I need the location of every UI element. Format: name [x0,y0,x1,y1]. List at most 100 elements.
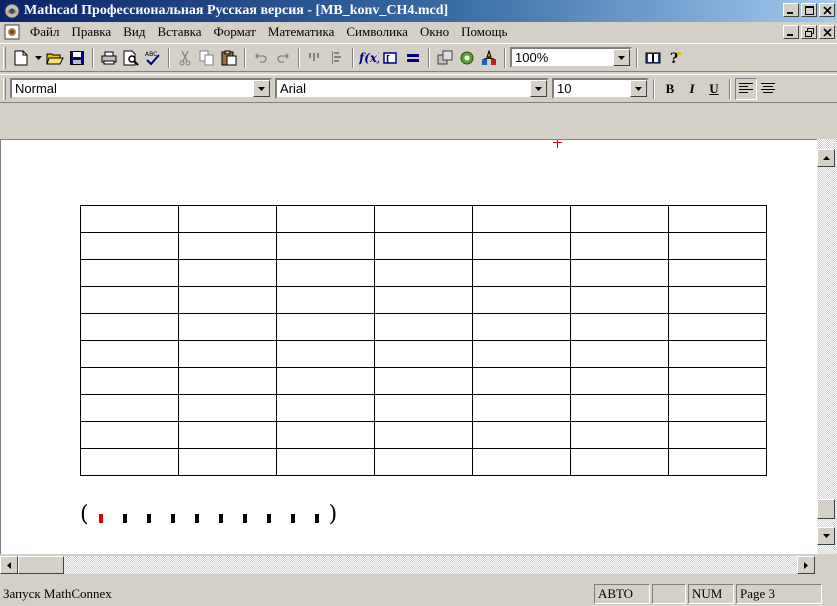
undo-button[interactable] [250,47,272,69]
doc-restore-button[interactable] [801,25,817,39]
table-cell[interactable] [472,394,571,422]
table-cell[interactable] [668,232,767,260]
table-cell[interactable] [374,232,473,260]
table-cell[interactable] [570,340,669,368]
cut-button[interactable] [174,47,196,69]
matrix-table[interactable] [80,205,767,476]
table-cell[interactable] [178,340,277,368]
vector-placeholder[interactable] [314,514,319,523]
table-cell[interactable] [472,448,571,476]
paste-button[interactable] [218,47,240,69]
hscroll-thumb[interactable] [18,556,64,574]
table-cell[interactable] [276,259,375,287]
font-size-dropdown-button[interactable] [630,80,647,97]
table-cell[interactable] [276,205,375,233]
table-cell[interactable] [178,448,277,476]
menu-format[interactable]: Формат [208,24,262,40]
resource-book-button[interactable] [642,47,664,69]
vector-placeholder[interactable] [170,514,175,523]
table-cell[interactable] [472,367,571,395]
maximize-button[interactable] [801,3,817,17]
vector-placeholder[interactable] [146,514,151,523]
menu-insert[interactable]: Вставка [151,24,207,40]
table-cell[interactable] [570,232,669,260]
mathcad-app-icon[interactable] [4,3,20,19]
save-button[interactable] [66,47,88,69]
table-cell[interactable] [374,421,473,449]
align-center-button[interactable] [757,78,779,100]
table-cell[interactable] [570,259,669,287]
document-icon[interactable] [4,24,20,40]
print-button[interactable] [98,47,120,69]
table-cell[interactable] [178,394,277,422]
table-cell[interactable] [570,421,669,449]
table-cell[interactable] [80,394,179,422]
vertical-scrollbar[interactable] [817,139,837,554]
minimize-button[interactable] [783,3,799,17]
new-button[interactable] [10,47,32,69]
table-cell[interactable] [276,448,375,476]
table-cell[interactable] [276,286,375,314]
vector-placeholder[interactable] [194,514,199,523]
align-down-button[interactable] [326,47,348,69]
table-cell[interactable] [472,313,571,341]
vector-placeholder[interactable] [122,514,127,523]
table-cell[interactable] [80,259,179,287]
vector-placeholder[interactable] [290,514,295,523]
scroll-down-button[interactable] [817,527,835,545]
vector-expression[interactable]: ( ) [80,502,337,527]
print-preview-button[interactable] [120,47,142,69]
table-cell[interactable] [80,340,179,368]
table-cell[interactable] [178,313,277,341]
table-cell[interactable] [276,394,375,422]
table-cell[interactable] [80,448,179,476]
insert-component-button[interactable] [434,47,456,69]
table-cell[interactable] [374,286,473,314]
scroll-left-button[interactable] [0,556,18,574]
calculate-button[interactable] [402,47,424,69]
table-cell[interactable] [472,232,571,260]
menu-edit[interactable]: Правка [66,24,118,40]
doc-minimize-button[interactable] [783,25,799,39]
zoom-dropdown-button[interactable] [613,49,630,66]
table-cell[interactable] [374,394,473,422]
spell-check-button[interactable]: ABC [142,47,164,69]
table-cell[interactable] [80,205,179,233]
vector-placeholder[interactable] [218,514,223,523]
insert-function-button[interactable]: f(x) [358,47,380,69]
table-cell[interactable] [276,421,375,449]
help-button[interactable]: ? [664,47,686,69]
table-cell[interactable] [668,367,767,395]
vector-placeholder[interactable] [266,514,271,523]
vector-placeholder[interactable] [242,514,247,523]
menu-view[interactable]: Вид [117,24,151,40]
table-cell[interactable] [570,313,669,341]
table-cell[interactable] [472,205,571,233]
table-cell[interactable] [668,421,767,449]
table-cell[interactable] [276,232,375,260]
table-cell[interactable] [668,313,767,341]
menu-window[interactable]: Окно [414,24,455,40]
menu-file[interactable]: Файл [24,24,66,40]
new-dropdown-button[interactable] [32,47,44,69]
table-cell[interactable] [80,286,179,314]
table-cell[interactable] [178,286,277,314]
close-button[interactable] [819,3,835,17]
table-cell[interactable] [178,205,277,233]
table-cell[interactable] [570,367,669,395]
table-cell[interactable] [80,367,179,395]
redo-button[interactable] [272,47,294,69]
open-button[interactable] [44,47,66,69]
underline-button[interactable]: U [703,78,725,100]
table-cell[interactable] [472,259,571,287]
table-cell[interactable] [178,421,277,449]
table-cell[interactable] [276,340,375,368]
table-cell[interactable] [374,259,473,287]
table-cell[interactable] [178,367,277,395]
table-cell[interactable] [570,205,669,233]
table-cell[interactable] [276,313,375,341]
menu-math[interactable]: Математика [262,24,341,40]
font-select[interactable]: Arial [275,78,549,99]
table-cell[interactable] [80,313,179,341]
table-cell[interactable] [668,259,767,287]
